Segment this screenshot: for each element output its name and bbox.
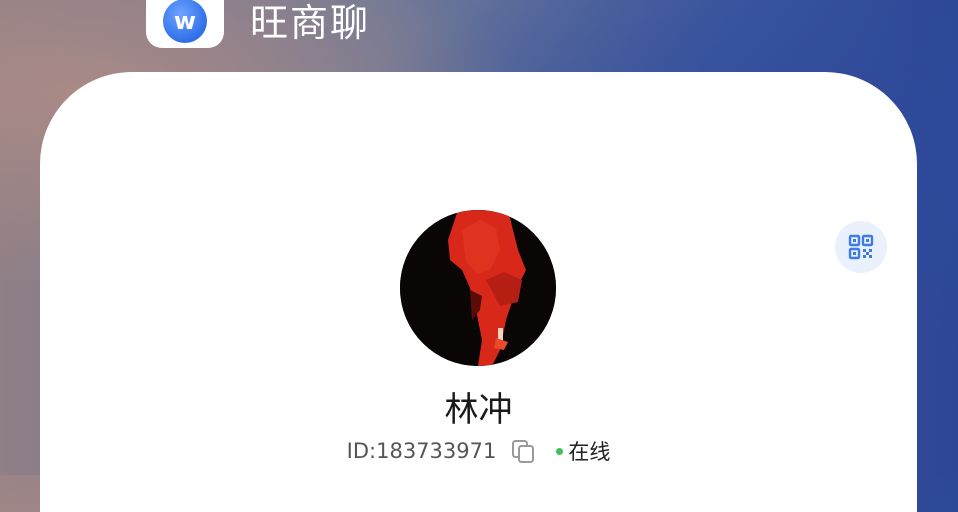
copy-icon[interactable]: [510, 438, 536, 464]
status-label: 在线: [568, 440, 611, 464]
online-status: 在线: [556, 436, 610, 466]
qr-code-icon: [848, 234, 874, 260]
user-id: ID:183733971: [346, 439, 497, 463]
avatar-image: [400, 210, 556, 366]
app-title: 旺商聊: [250, 1, 371, 45]
profile-meta: ID:183733971 在线: [40, 436, 917, 466]
profile-card: 林冲 ID:183733971 在线: [40, 72, 917, 512]
qr-code-button[interactable]: [835, 221, 887, 273]
app-header: w 旺商聊: [0, 0, 958, 60]
app-logo-icon[interactable]: w: [146, 0, 224, 48]
online-dot: [556, 447, 564, 455]
profile-name: 林冲: [444, 390, 513, 430]
avatar[interactable]: [400, 210, 556, 366]
app-logo-glyph: w: [163, 0, 207, 43]
